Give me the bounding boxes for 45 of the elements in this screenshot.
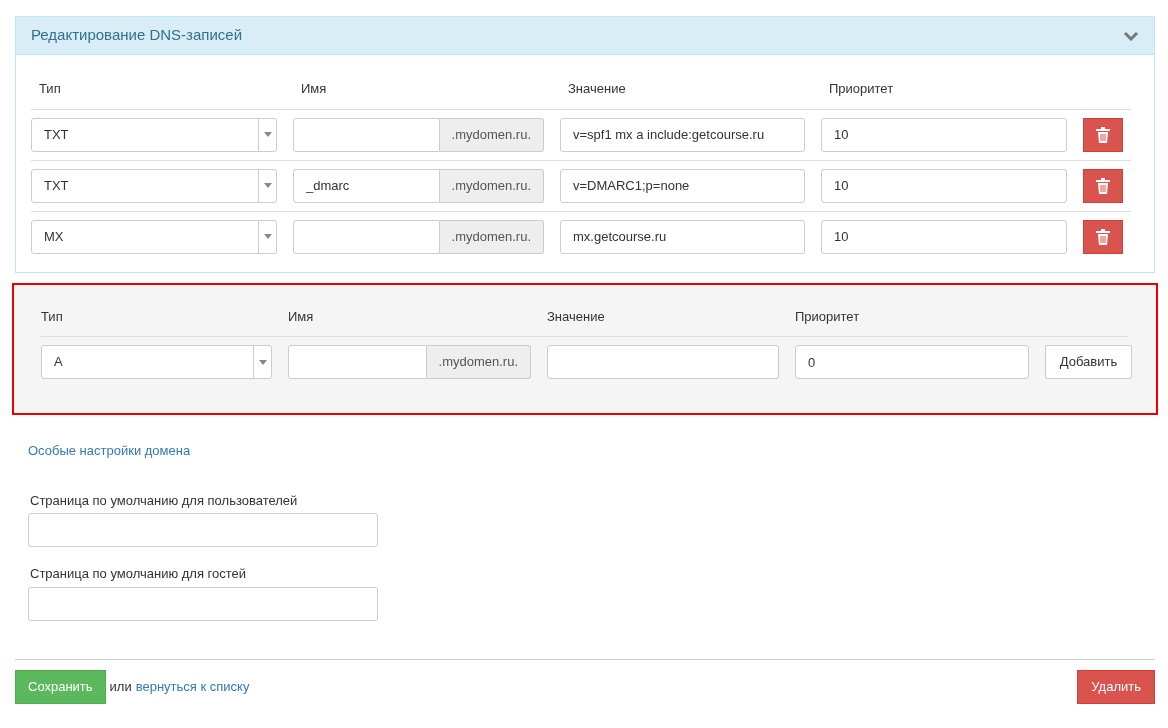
trash-icon [1096,228,1110,245]
delete-button[interactable]: Удалить [1077,669,1155,704]
panel-title: Редактирование DNS-записей [31,25,243,46]
column-header: Имя [288,307,315,326]
trash-icon [1096,126,1110,143]
value-input[interactable]: mx.getcourse.ru [560,219,805,254]
name-input[interactable]: _dmarc [293,168,440,203]
back-link[interactable]: вернуться к списку [135,676,250,697]
column-header: Тип [38,80,62,98]
column-header: Имя [300,80,328,98]
priority-input[interactable]: 10 [821,219,1067,254]
type-select[interactable]: TXT [31,168,277,203]
text-input[interactable] [28,513,378,547]
type-select[interactable]: A [41,345,272,379]
value-input[interactable]: v=spf1 mx a include:getcourse.ru [560,117,805,152]
priority-input[interactable]: 10 [821,168,1067,203]
column-header: Значение [547,307,606,326]
panel-header[interactable]: Редактирование DNS-записей [16,17,1154,55]
type-select[interactable]: TXT [31,117,277,152]
type-select[interactable]: MX [31,219,277,254]
column-header: Приоритет [795,307,861,326]
trash-button[interactable] [1083,117,1123,152]
priority-input[interactable]: 10 [821,117,1067,152]
column-header: Приоритет [828,80,895,98]
column-header: Значение [567,80,627,98]
domain-suffix: .mydomen.ru. [426,345,531,379]
field-label: Страница по умолчанию для пользователей [30,491,299,510]
field-label: Страница по умолчанию для гостей [30,565,248,583]
domain-suffix: .mydomen.ru. [439,168,544,203]
domain-suffix: .mydomen.ru. [439,219,544,254]
name-input[interactable] [293,117,440,152]
add-button[interactable]: Добавить [1045,345,1132,379]
or-text: или [109,677,132,696]
priority-input[interactable]: 0 [795,345,1029,379]
column-header: Тип [41,307,64,326]
trash-button[interactable] [1083,168,1123,203]
trash-button[interactable] [1083,219,1123,254]
trash-icon [1096,177,1110,194]
domain-suffix: .mydomen.ru. [439,117,544,152]
name-input[interactable] [288,345,427,379]
name-input[interactable] [293,219,440,254]
value-input[interactable] [547,345,779,379]
value-input[interactable]: v=DMARC1;p=none [560,168,805,203]
text-input[interactable] [28,586,378,621]
settings-link[interactable]: Особые настройки домена [28,441,191,461]
